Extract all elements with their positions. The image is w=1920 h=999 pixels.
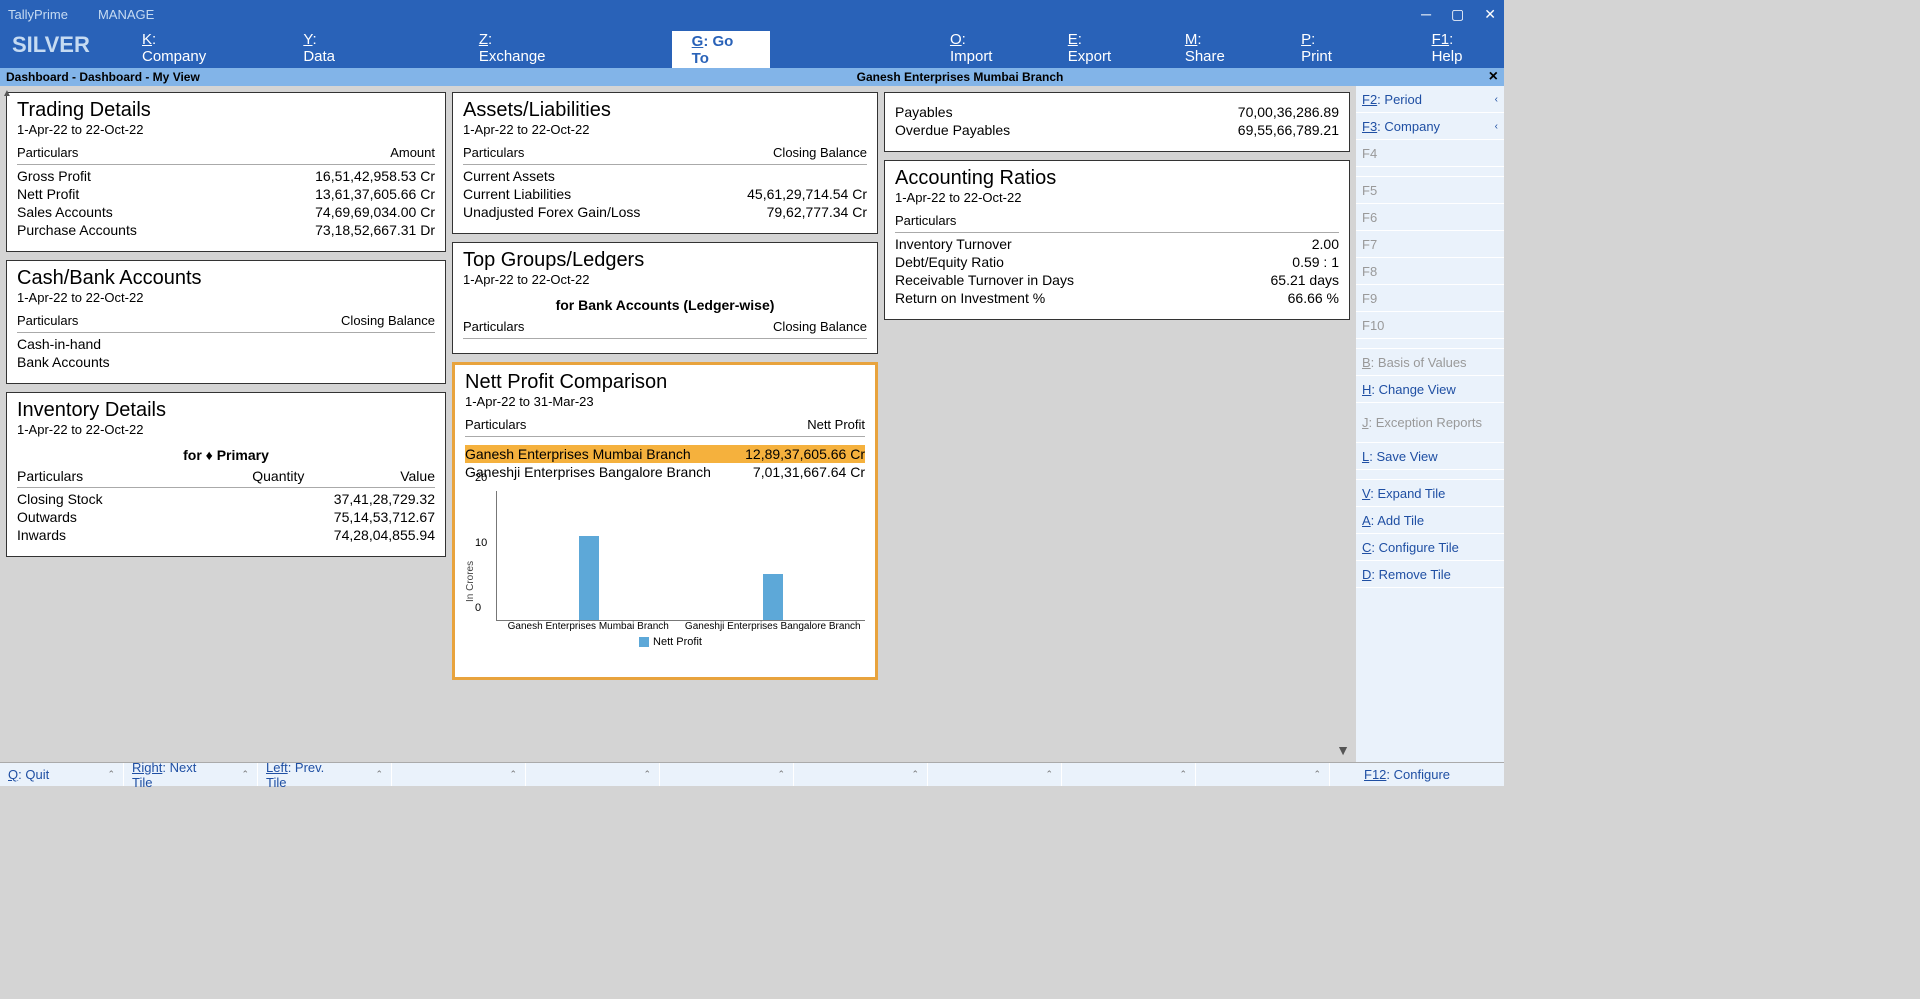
manage-label[interactable]: MANAGE <box>98 7 154 22</box>
sidebar-f10: F10 <box>1356 312 1504 339</box>
sidebar-configure-tile[interactable]: C: Configure Tile <box>1356 534 1504 561</box>
sidebar-f4: F4 <box>1356 140 1504 167</box>
menu-share[interactable]: M: Share <box>1165 28 1261 68</box>
breadcrumb: Dashboard - Dashboard - My View <box>6 70 200 84</box>
tile-top-groups-ledgers[interactable]: Top Groups/Ledgers 1-Apr-22 to 22-Oct-22… <box>452 242 878 354</box>
dashboard-area: ▲ ▼ Trading Details 1-Apr-22 to 22-Oct-2… <box>0 86 1356 762</box>
chart-bar <box>579 536 599 620</box>
chevron-up-icon: ⌃ <box>1149 769 1187 780</box>
tile-payables[interactable]: Payables70,00,36,286.89 Overdue Payables… <box>884 92 1350 152</box>
tile-title: Accounting Ratios <box>895 167 1339 190</box>
chevron-up-icon: ⌃ <box>613 769 651 780</box>
main-menubar: SILVER K: Company Y: Data Z: Exchange G:… <box>0 28 1504 68</box>
breadcrumb-bar: Dashboard - Dashboard - My View Ganesh E… <box>0 68 1504 86</box>
scroll-up-icon[interactable]: ▲ <box>2 88 12 99</box>
tile-date: 1-Apr-22 to 22-Oct-22 <box>17 422 435 437</box>
breadcrumb-company: Ganesh Enterprises Mumbai Branch <box>857 70 1064 84</box>
scroll-down-icon[interactable]: ▼ <box>1336 742 1350 758</box>
chevron-up-icon: ⌃ <box>77 769 115 780</box>
menu-import[interactable]: O: Import <box>930 28 1028 68</box>
sidebar-change-view[interactable]: H: Change View <box>1356 376 1504 403</box>
sidebar-period[interactable]: F2: Period‹ <box>1356 86 1504 113</box>
chart-nett-profit: In Crores 01020 Ganesh Enterprises Mumba… <box>465 491 865 671</box>
maximize-icon[interactable]: ▢ <box>1451 6 1464 23</box>
chevron-up-icon: ⌃ <box>1283 769 1321 780</box>
chart-legend: Nett Profit <box>476 636 865 648</box>
tile-trading-details[interactable]: Trading Details 1-Apr-22 to 22-Oct-22 Pa… <box>6 92 446 252</box>
bottom-prev-tile[interactable]: Left: Prev. Tile⌃ <box>258 763 392 786</box>
sidebar-remove-tile[interactable]: D: Remove Tile <box>1356 561 1504 588</box>
tile-title: Top Groups/Ledgers <box>463 249 867 272</box>
tile-date: 1-Apr-22 to 31-Mar-23 <box>465 394 865 409</box>
chevron-left-icon: ‹ <box>1495 94 1498 105</box>
tile-title: Inventory Details <box>17 399 435 422</box>
chevron-up-icon: ⌃ <box>479 769 517 780</box>
chart-ylabel: In Crores <box>465 491 476 671</box>
bottom-seg-8[interactable]: ⌃ <box>928 763 1062 786</box>
sidebar-f5: F5 <box>1356 177 1504 204</box>
tile-nett-profit-comparison[interactable]: Nett Profit Comparison 1-Apr-22 to 31-Ma… <box>452 362 878 680</box>
chevron-up-icon: ⌃ <box>881 769 919 780</box>
edition-label: SILVER <box>0 32 122 64</box>
tile-title: Cash/Bank Accounts <box>17 267 435 290</box>
tile-title: Assets/Liabilities <box>463 99 867 122</box>
tile-accounting-ratios[interactable]: Accounting Ratios 1-Apr-22 to 22-Oct-22 … <box>884 160 1350 320</box>
bottom-seg-5[interactable]: ⌃ <box>526 763 660 786</box>
menu-exchange[interactable]: Z: Exchange <box>459 28 577 68</box>
bottom-seg-10[interactable]: ⌃ <box>1196 763 1330 786</box>
tile-title: Nett Profit Comparison <box>465 371 865 394</box>
close-icon[interactable]: ✕ <box>1484 6 1496 23</box>
chevron-left-icon: ‹ <box>1495 121 1498 132</box>
menu-goto[interactable]: G: Go To <box>672 28 770 68</box>
tile-cash-bank[interactable]: Cash/Bank Accounts 1-Apr-22 to 22-Oct-22… <box>6 260 446 384</box>
menu-company[interactable]: K: Company <box>122 28 238 68</box>
menu-export[interactable]: E: Export <box>1048 28 1145 68</box>
sidebar-f8: F8 <box>1356 258 1504 285</box>
window-titlebar: TallyPrime MANAGE ─ ▢ ✕ <box>0 0 1504 28</box>
sidebar-f9: F9 <box>1356 285 1504 312</box>
minimize-icon[interactable]: ─ <box>1421 6 1431 22</box>
right-sidebar: F2: Period‹ F3: Company‹ F4 F5 F6 F7 F8 … <box>1356 86 1504 762</box>
bottom-quit[interactable]: Q: Quit⌃ <box>0 763 124 786</box>
sidebar-basis-of-values: B: Basis of Values <box>1356 349 1504 376</box>
chart-bar <box>763 574 783 620</box>
sidebar-expand-tile[interactable]: V: Expand Tile <box>1356 480 1504 507</box>
sidebar-save-view[interactable]: L: Save View <box>1356 443 1504 470</box>
chart-xlabel: Ganeshji Enterprises Bangalore Branch <box>681 621 866 632</box>
sidebar-add-tile[interactable]: A: Add Tile <box>1356 507 1504 534</box>
bottom-seg-6[interactable]: ⌃ <box>660 763 794 786</box>
chevron-up-icon: ⌃ <box>345 769 383 780</box>
menu-data[interactable]: Y: Data <box>283 28 369 68</box>
sidebar-company[interactable]: F3: Company‹ <box>1356 113 1504 140</box>
tile-date: 1-Apr-22 to 22-Oct-22 <box>463 122 867 137</box>
bottom-seg-4[interactable]: ⌃ <box>392 763 526 786</box>
bottom-bar: Q: Quit⌃ Right: Next Tile⌃ Left: Prev. T… <box>0 762 1504 786</box>
tile-date: 1-Apr-22 to 22-Oct-22 <box>895 190 1339 205</box>
sidebar-f7: F7 <box>1356 231 1504 258</box>
menu-help[interactable]: F1: Help <box>1412 28 1504 68</box>
sidebar-exception-reports: J: Exception Reports <box>1356 403 1504 443</box>
chevron-up-icon: ⌃ <box>747 769 785 780</box>
chevron-up-icon: ⌃ <box>211 769 249 780</box>
legend-swatch-icon <box>639 637 649 647</box>
tile-date: 1-Apr-22 to 22-Oct-22 <box>17 122 435 137</box>
tile-assets-liabilities[interactable]: Assets/Liabilities 1-Apr-22 to 22-Oct-22… <box>452 92 878 234</box>
menu-print[interactable]: P: Print <box>1281 28 1366 68</box>
sidebar-f6: F6 <box>1356 204 1504 231</box>
selected-row: Ganesh Enterprises Mumbai Branch12,89,37… <box>465 445 865 463</box>
bottom-seg-7[interactable]: ⌃ <box>794 763 928 786</box>
breadcrumb-close-icon[interactable]: × <box>1489 68 1498 86</box>
chart-xlabel: Ganesh Enterprises Mumbai Branch <box>496 621 681 632</box>
tile-title: Trading Details <box>17 99 435 122</box>
chevron-up-icon: ⌃ <box>1015 769 1053 780</box>
tile-inventory-details[interactable]: Inventory Details 1-Apr-22 to 22-Oct-22 … <box>6 392 446 557</box>
bottom-seg-9[interactable]: ⌃ <box>1062 763 1196 786</box>
bottom-next-tile[interactable]: Right: Next Tile⌃ <box>124 763 258 786</box>
app-name: TallyPrime <box>8 7 68 22</box>
bottom-configure[interactable]: F12: Configure <box>1356 763 1504 786</box>
tile-subhead: for Bank Accounts (Ledger-wise) <box>463 293 867 317</box>
tile-date: 1-Apr-22 to 22-Oct-22 <box>463 272 867 287</box>
tile-subhead: for ♦ Primary <box>17 443 435 467</box>
tile-date: 1-Apr-22 to 22-Oct-22 <box>17 290 435 305</box>
